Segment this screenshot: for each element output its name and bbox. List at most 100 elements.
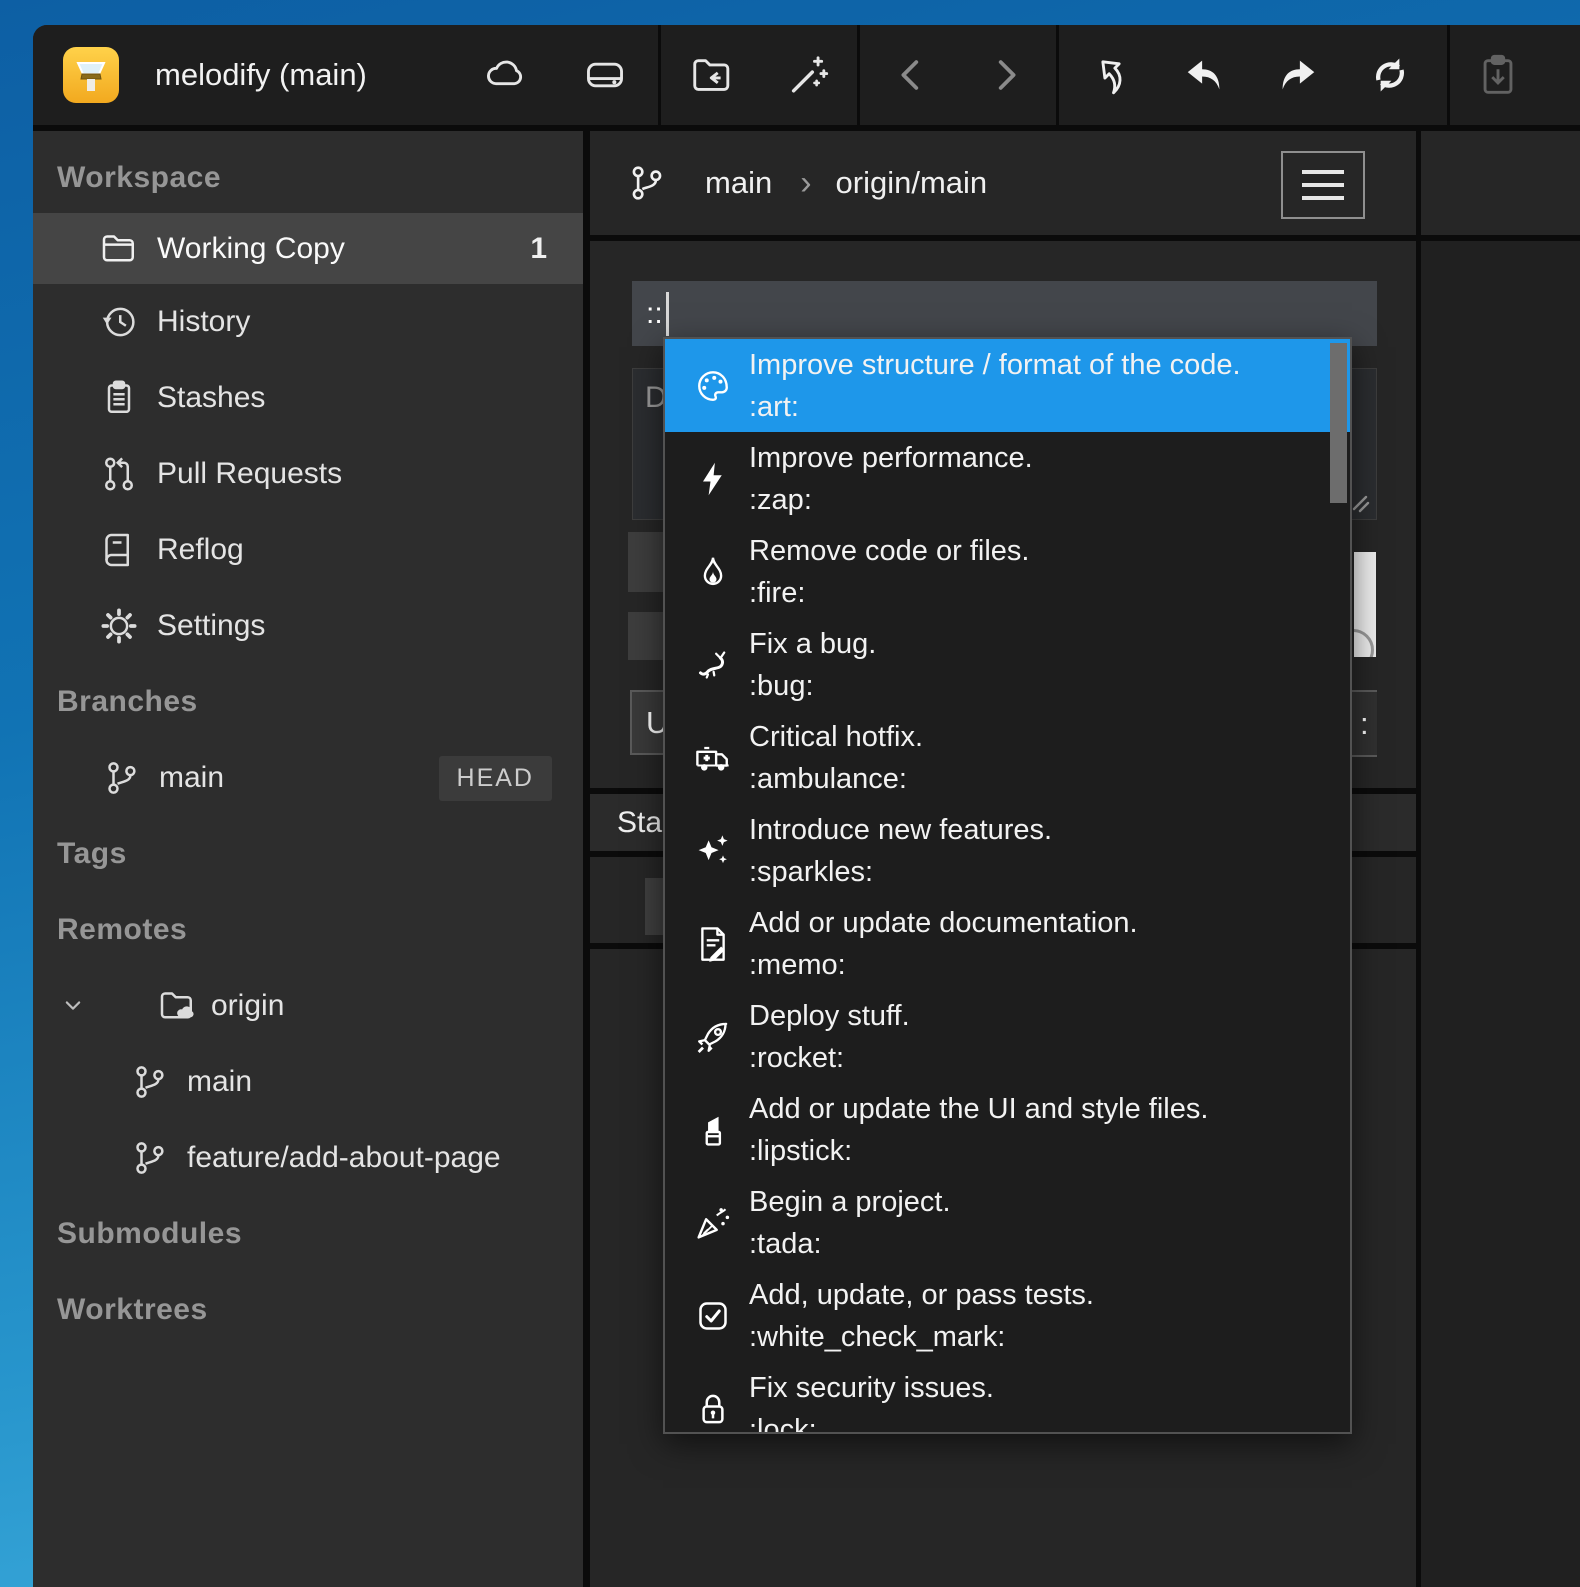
gitmoji-option-art[interactable]: Improve structure / format of the code. … [665,339,1350,432]
sidebar-item-settings[interactable]: Settings [33,588,583,664]
submodules-section-header: Submodules [33,1196,583,1272]
cloud-button[interactable] [477,25,533,125]
gitmoji-option-tada[interactable]: Begin a project. :tada: [665,1176,1350,1269]
sidebar-item-label: History [157,305,250,339]
summary-value: :: [646,297,663,331]
window-title: melodify (main) [155,25,367,125]
flame-icon [693,552,733,592]
sidebar-branch-main[interactable]: main HEAD [33,740,583,816]
titlebar: melodify (main) [33,25,1580,131]
branch-header: main › origin/main [590,131,1416,241]
redo-arrow-button[interactable] [1269,25,1325,125]
remote-folder-cloud-icon [157,986,197,1026]
app-logo-icon [63,47,119,103]
remote-branch-label: feature/add-about-page [187,1141,501,1175]
head-badge: HEAD [439,756,552,801]
working-copy-count-badge: 1 [530,232,547,266]
gear-icon [99,606,139,646]
book-icon [99,530,139,570]
clipboard-icon [99,378,139,418]
navigate-forward-button[interactable] [977,25,1033,125]
palette-icon [693,366,733,406]
white-panel-fragment [1354,552,1376,657]
gitmoji-option-sparkles[interactable]: Introduce new features. :sparkles: [665,804,1350,897]
lipstick-icon [693,1110,733,1150]
lock-icon [693,1389,733,1429]
gitmoji-option-fire[interactable]: Remove code or files. :fire: [665,525,1350,618]
dropdown-scrollbar[interactable] [1330,343,1347,503]
sync-button[interactable] [1362,25,1418,125]
remote-branch-label: main [187,1065,252,1099]
app-window: melodify (main) [33,25,1580,1587]
titlebar-separator [857,25,860,125]
history-clock-icon [99,302,139,342]
upstream-branch-label[interactable]: origin/main [836,165,988,201]
gitmoji-option-lock[interactable]: Fix security issues. :lock: [665,1362,1350,1434]
tags-section-header: Tags [33,816,583,892]
gitmoji-option-memo[interactable]: Add or update documentation. :memo: [665,897,1350,990]
sidebar-item-label: Pull Requests [157,457,342,491]
button-fragment-colon[interactable]: : [1352,690,1377,757]
party-popper-icon [693,1203,733,1243]
current-branch-label[interactable]: main [705,165,772,201]
undo-arrow-button[interactable] [1177,25,1233,125]
lightning-bolt-icon [693,459,733,499]
sidebar-item-label: Settings [157,609,265,643]
sidebar-remote-branch-main[interactable]: main [33,1044,583,1120]
sidebar: Workspace Working Copy 1 [33,131,583,1587]
desktop: { "colors": { "accent": "#1e97ea", "app_… [0,0,1580,1587]
navigate-back-button[interactable] [884,25,940,125]
sidebar-item-history[interactable]: History [33,284,583,360]
gitmoji-option-zap[interactable]: Improve performance. :zap: [665,432,1350,525]
gitmoji-code: :art: [749,386,1241,428]
hamburger-menu-button[interactable] [1281,151,1365,219]
sidebar-item-label: Stashes [157,381,265,415]
check-mark-icon [693,1296,733,1336]
detail-pane-header [1421,131,1580,241]
sidebar-item-working-copy[interactable]: Working Copy 1 [33,213,583,284]
stash-pop-clipboard-button[interactable] [1470,25,1526,125]
branches-section-header: Branches [33,664,583,740]
pull-request-icon [99,454,139,494]
sidebar-item-pull-requests[interactable]: Pull Requests [33,436,583,512]
sidebar-divider[interactable] [583,131,590,1587]
folder-icon [99,229,139,269]
option-checkbox-fragment[interactable] [628,612,663,660]
sparkles-icon [693,831,733,871]
drive-button[interactable] [577,25,633,125]
gitmoji-option-rocket[interactable]: Deploy stuff. :rocket: [665,990,1350,1083]
sidebar-remote-branch-feature[interactable]: feature/add-about-page [33,1120,583,1196]
git-branch-icon [129,1138,169,1178]
git-branch-icon [129,1062,169,1102]
sidebar-remote-origin[interactable]: origin [33,968,583,1044]
gitmoji-option-ambulance[interactable]: Critical hotfix. :ambulance: [665,711,1350,804]
gitmoji-option-bug[interactable]: Fix a bug. :bug: [665,618,1350,711]
ambulance-icon [693,738,733,778]
worktrees-section-header: Worktrees [33,1272,583,1348]
git-branch-icon [625,162,667,204]
detail-pane [1421,131,1580,1587]
magic-wand-button[interactable] [780,25,836,125]
gitmoji-description: Improve structure / format of the code. [749,344,1241,386]
breadcrumb-separator: › [800,164,811,203]
chevron-down-icon[interactable] [59,992,87,1020]
sidebar-item-label: Working Copy [157,232,345,266]
gitmoji-option-white-check-mark[interactable]: Add, update, or pass tests. :white_check… [665,1269,1350,1362]
sidebar-item-stashes[interactable]: Stashes [33,360,583,436]
titlebar-separator [1056,25,1059,125]
gitmoji-option-lipstick[interactable]: Add or update the UI and style files. :l… [665,1083,1350,1176]
titlebar-separator [1447,25,1450,125]
app-logo [63,25,119,125]
bug-icon [693,645,733,685]
gitmoji-autocomplete-dropdown: Improve structure / format of the code. … [663,337,1352,1434]
rocket-icon [693,1017,733,1057]
text-cursor [666,292,669,336]
sidebar-item-label: Reflog [157,533,244,567]
memo-icon [693,924,733,964]
open-repo-button[interactable] [684,25,740,125]
push-arrow-icon-button[interactable] [1084,25,1140,125]
branch-label: main [159,761,224,795]
remote-label: origin [211,989,284,1023]
sidebar-item-reflog[interactable]: Reflog [33,512,583,588]
option-checkbox-fragment[interactable] [628,532,663,592]
